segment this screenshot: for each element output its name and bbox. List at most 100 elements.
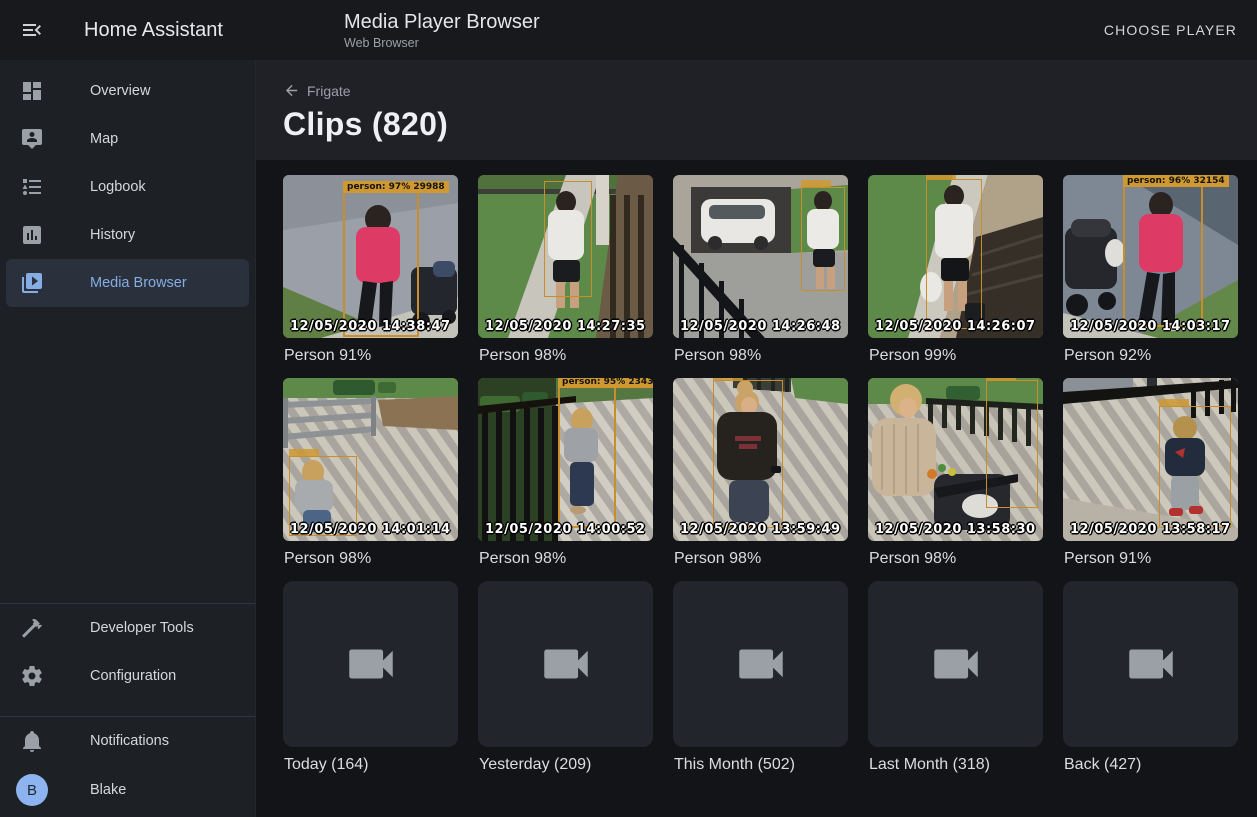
clip-caption: Person 91% xyxy=(284,347,458,365)
dialog-title: Media Player Browser xyxy=(344,10,540,34)
folder-item-back[interactable]: Back (427) xyxy=(1063,581,1238,787)
sidebar-item-developer-tools[interactable]: Developer Tools xyxy=(6,604,249,652)
clip-item[interactable]: 12/05/2020 14:27:35 Person 98% xyxy=(478,175,653,378)
sidebar-toggle-button[interactable] xyxy=(20,18,44,42)
clip-item[interactable]: 12/05/2020 14:01:14 Person 98% xyxy=(283,378,458,581)
sidebar-item-overview[interactable]: Overview xyxy=(6,67,249,115)
clip-timestamp-overlay: 12/05/2020 14:26:48 xyxy=(680,319,841,334)
clip-caption: Person 98% xyxy=(674,550,848,568)
menu-open-icon xyxy=(20,18,44,42)
video-icon xyxy=(342,635,400,693)
sidebar: Overview Map Logbook History Media Brows… xyxy=(0,60,256,817)
clip-item[interactable]: 12/05/2020 13:58:30 Person 98% xyxy=(868,378,1043,581)
detection-label: person: 96% 32154 xyxy=(1123,175,1229,187)
clip-thumbnail: 12/05/2020 13:58:30 xyxy=(868,378,1043,541)
clip-caption: Person 98% xyxy=(284,550,458,568)
clip-item[interactable]: 12/05/2020 13:59:49 Person 98% xyxy=(673,378,848,581)
page-title: Clips (820) xyxy=(283,106,1257,143)
clip-thumbnail: 12/05/2020 13:59:49 xyxy=(673,378,848,541)
folder-tile xyxy=(1063,581,1238,747)
folder-item-today[interactable]: Today (164) xyxy=(283,581,458,787)
sidebar-item-label: History xyxy=(90,227,135,243)
folder-item-this-month[interactable]: This Month (502) xyxy=(673,581,848,787)
sidebar-item-label: Logbook xyxy=(90,179,146,195)
choose-player-button[interactable]: CHOOSE PLAYER xyxy=(1096,12,1245,48)
sidebar-item-label: Notifications xyxy=(90,733,169,749)
clip-item[interactable]: person: 97% 29988 12/05/2020 14:38:47 Pe… xyxy=(283,175,458,378)
arrow-left-icon xyxy=(283,82,300,99)
folder-label: Back (427) xyxy=(1064,756,1238,774)
sidebar-item-map[interactable]: Map xyxy=(6,115,249,163)
folder-item-yesterday[interactable]: Yesterday (209) xyxy=(478,581,653,787)
dialog-subtitle: Web Browser xyxy=(344,36,540,50)
chart-box-icon xyxy=(20,223,44,247)
clip-timestamp-overlay: 12/05/2020 14:03:17 xyxy=(1070,319,1231,334)
detection-mini-label xyxy=(713,378,743,380)
play-box-multiple-icon xyxy=(20,271,44,295)
breadcrumb-label: Frigate xyxy=(307,83,351,99)
detection-label: person: 95% 23432 xyxy=(558,378,653,388)
clip-timestamp-overlay: 12/05/2020 13:58:30 xyxy=(875,522,1036,537)
video-icon xyxy=(732,635,790,693)
media-browser-pane-header: Frigate Clips (820) xyxy=(256,60,1257,160)
detection-bounding-box: person: 96% 32154 xyxy=(1123,185,1203,327)
clip-thumbnail: 12/05/2020 14:26:07 xyxy=(868,175,1043,338)
sidebar-item-notifications[interactable]: Notifications xyxy=(6,717,249,765)
top-app-bar: Home Assistant Media Player Browser Web … xyxy=(0,0,1257,60)
folder-tile xyxy=(673,581,848,747)
clip-timestamp-overlay: 12/05/2020 14:26:07 xyxy=(875,319,1036,334)
folder-tile xyxy=(478,581,653,747)
sidebar-item-configuration[interactable]: Configuration xyxy=(6,652,249,700)
clips-grid-area: person: 97% 29988 12/05/2020 14:38:47 Pe… xyxy=(256,160,1257,817)
hammer-icon xyxy=(20,616,44,640)
tooltip-account-icon xyxy=(20,127,44,151)
clip-thumbnail: person: 97% 29988 12/05/2020 14:38:47 xyxy=(283,175,458,338)
detection-mini-label xyxy=(986,378,1016,380)
folder-label: Today (164) xyxy=(284,756,458,774)
video-icon xyxy=(1122,635,1180,693)
clip-thumbnail: 12/05/2020 13:58:17 xyxy=(1063,378,1238,541)
video-icon xyxy=(927,635,985,693)
sidebar-item-media-browser[interactable]: Media Browser xyxy=(6,259,249,307)
detection-mini-label xyxy=(926,175,956,179)
clip-item[interactable]: person: 95% 23432 12/05/2020 14:00:52 Pe… xyxy=(478,378,653,581)
folder-label: This Month (502) xyxy=(674,756,848,774)
detection-bounding-box: person: 95% 23432 xyxy=(558,386,616,528)
sidebar-item-user-profile[interactable]: B Blake xyxy=(6,765,249,815)
detection-bounding-box xyxy=(713,380,783,528)
gear-icon xyxy=(20,664,44,688)
detection-bounding-box: person: 97% 29988 xyxy=(343,191,419,337)
clip-timestamp-overlay: 12/05/2020 14:01:14 xyxy=(290,522,451,537)
clip-item[interactable]: 12/05/2020 14:26:07 Person 99% xyxy=(868,175,1043,378)
clip-thumbnail: person: 96% 32154 12/05/2020 14:03:17 xyxy=(1063,175,1238,338)
folder-tile xyxy=(868,581,1043,747)
detection-bounding-box xyxy=(801,187,845,291)
detection-label: person: 97% 29988 xyxy=(343,181,449,193)
clip-caption: Person 98% xyxy=(674,347,848,365)
folder-item-last-month[interactable]: Last Month (318) xyxy=(868,581,1043,787)
app-title: Home Assistant xyxy=(84,19,223,42)
clips-grid: person: 97% 29988 12/05/2020 14:38:47 Pe… xyxy=(283,175,1238,787)
clip-timestamp-overlay: 12/05/2020 14:38:47 xyxy=(290,319,451,334)
clip-item[interactable]: 12/05/2020 14:26:48 Person 98% xyxy=(673,175,848,378)
clip-caption: Person 91% xyxy=(1064,550,1238,568)
user-name-label: Blake xyxy=(90,782,126,798)
clip-item[interactable]: person: 96% 32154 12/05/2020 14:03:17 Pe… xyxy=(1063,175,1238,378)
sidebar-spacer xyxy=(0,307,255,603)
list-bulleted-icon xyxy=(20,175,44,199)
detection-bounding-box xyxy=(544,181,592,297)
breadcrumb[interactable]: Frigate xyxy=(283,82,351,99)
sidebar-item-logbook[interactable]: Logbook xyxy=(6,163,249,211)
sidebar-item-label: Configuration xyxy=(90,668,176,684)
sidebar-item-history[interactable]: History xyxy=(6,211,249,259)
clip-caption: Person 98% xyxy=(479,550,653,568)
clip-caption: Person 98% xyxy=(869,550,1043,568)
clip-timestamp-overlay: 12/05/2020 14:27:35 xyxy=(485,319,646,334)
media-browser-pane: Frigate Clips (820) person xyxy=(256,60,1257,817)
sidebar-item-label: Developer Tools xyxy=(90,620,194,636)
clip-timestamp-overlay: 12/05/2020 14:00:52 xyxy=(485,522,646,537)
detection-bounding-box xyxy=(926,179,982,329)
clip-item[interactable]: 12/05/2020 13:58:17 Person 91% xyxy=(1063,378,1238,581)
video-icon xyxy=(537,635,595,693)
clip-caption: Person 92% xyxy=(1064,347,1238,365)
